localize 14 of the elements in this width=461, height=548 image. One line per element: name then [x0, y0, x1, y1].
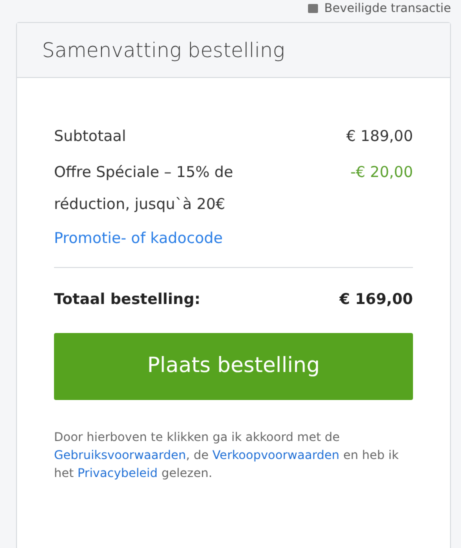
- terms-text: Door hierboven te klikken ga ik akkoord met de Gebruiksvoorwaarden, de Verkoopvoorwaarden en heb ik het Privacybeleid gelezen.: [54, 428, 400, 482]
- total-amount: € 169,00: [339, 289, 413, 310]
- terms-link[interactable]: Verkoopvoorwaarden: [212, 448, 340, 462]
- terms-link[interactable]: Gebruiksvoorwaarden: [54, 448, 186, 462]
- line-label: Offre Spéciale – 15% de réduction, jusqu`à 20€: [54, 162, 234, 215]
- terms-link[interactable]: Privacybeleid: [78, 466, 158, 480]
- secure-note: Beveiligde transactie: [324, 0, 451, 16]
- line-label: Subtotaal: [54, 126, 128, 147]
- place-order-button[interactable]: Plaats bestelling: [54, 332, 413, 400]
- total-label: Totaal bestelling:: [54, 289, 200, 310]
- line-amount: -€ 20,00: [350, 162, 413, 183]
- card-title: Samenvatting bestelling: [42, 37, 285, 64]
- line-amount: € 189,00: [346, 126, 413, 147]
- promo-code-link[interactable]: Promotie- of kadocode: [54, 224, 413, 252]
